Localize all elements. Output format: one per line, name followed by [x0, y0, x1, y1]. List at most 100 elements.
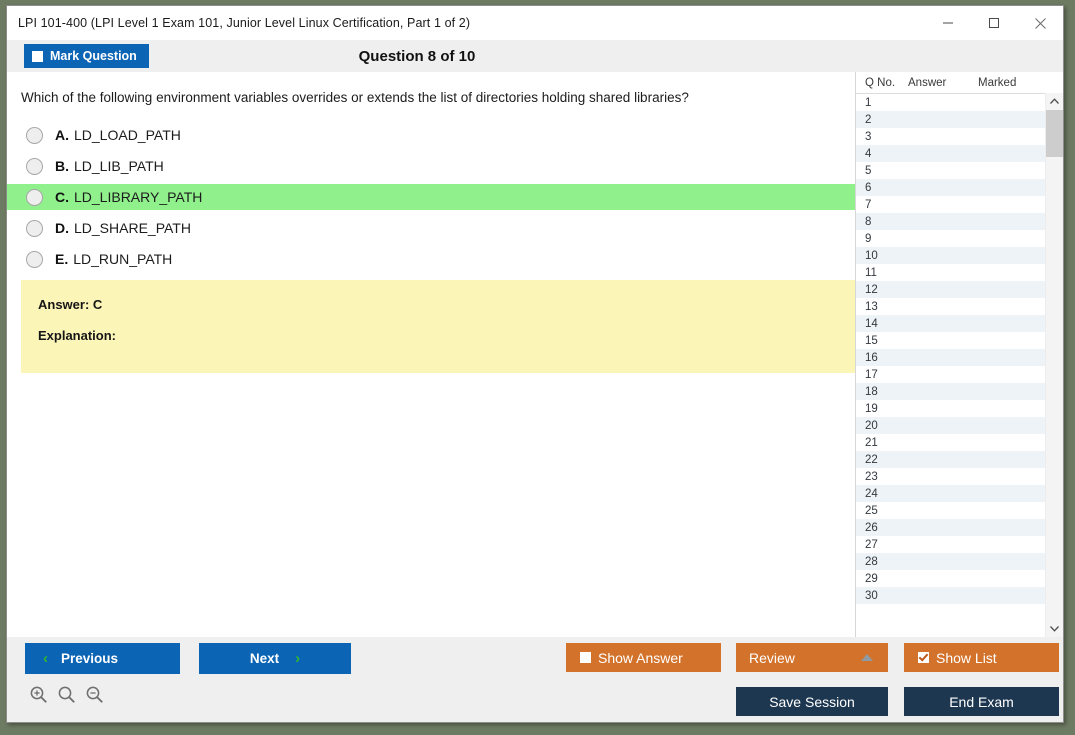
- option-row[interactable]: B. LD_LIB_PATH: [7, 153, 855, 179]
- question-list-row[interactable]: 25: [856, 502, 1045, 519]
- question-list-row[interactable]: 8: [856, 213, 1045, 230]
- mark-question-label: Mark Question: [50, 49, 137, 63]
- answer-label: Answer: C: [38, 297, 103, 312]
- question-list-row[interactable]: 26: [856, 519, 1045, 536]
- question-list-row[interactable]: 5: [856, 162, 1045, 179]
- question-list-row[interactable]: 21: [856, 434, 1045, 451]
- question-list-row[interactable]: 28: [856, 553, 1045, 570]
- question-header-bar: Mark Question Question 8 of 10: [7, 40, 1063, 72]
- question-list-row[interactable]: 11: [856, 264, 1045, 281]
- question-list-row[interactable]: 30: [856, 587, 1045, 604]
- option-radio[interactable]: [26, 219, 43, 237]
- question-list-row[interactable]: 29: [856, 570, 1045, 587]
- option-radio[interactable]: [26, 126, 43, 144]
- mark-question-button[interactable]: Mark Question: [24, 44, 149, 68]
- option-row[interactable]: D. LD_SHARE_PATH: [7, 215, 855, 241]
- question-list-row[interactable]: 19: [856, 400, 1045, 417]
- question-pane: Which of the following environment varia…: [7, 72, 855, 637]
- chevron-right-icon: ›: [295, 650, 301, 667]
- row-question-number: 11: [865, 266, 877, 279]
- row-question-number: 16: [865, 351, 878, 364]
- column-header-qno: Q No.: [865, 76, 896, 89]
- question-list-row[interactable]: 4: [856, 145, 1045, 162]
- option-radio[interactable]: [26, 157, 43, 175]
- maximize-icon[interactable]: [971, 6, 1017, 40]
- show-answer-button[interactable]: Show Answer: [566, 643, 721, 672]
- question-text: Which of the following environment varia…: [21, 90, 689, 105]
- question-list-row[interactable]: 14: [856, 315, 1045, 332]
- show-answer-checkbox[interactable]: [580, 652, 591, 663]
- row-question-number: 20: [865, 419, 878, 432]
- question-list-rows: 1 2 3 4 5 6 7 8 9 10 11 12 13 14 15 16 17 18 19 20 21 22 23 24 2…: [856, 94, 1063, 637]
- show-answer-label: Show Answer: [598, 649, 683, 666]
- option-row[interactable]: C. LD_LIBRARY_PATH: [7, 184, 855, 211]
- row-question-number: 15: [865, 334, 878, 347]
- question-list-row[interactable]: 22: [856, 451, 1045, 468]
- question-list-row[interactable]: 23: [856, 468, 1045, 485]
- save-session-label: Save Session: [769, 693, 855, 710]
- question-list-row[interactable]: 18: [856, 383, 1045, 400]
- question-list-row[interactable]: 16: [856, 349, 1045, 366]
- show-list-checkbox[interactable]: [918, 652, 929, 663]
- option-letter: E.: [55, 251, 69, 268]
- review-label: Review: [749, 649, 795, 666]
- title-bar: LPI 101-400 (LPI Level 1 Exam 101, Junio…: [7, 6, 1063, 40]
- row-question-number: 30: [865, 589, 878, 602]
- question-list-row[interactable]: 27: [856, 536, 1045, 553]
- option-radio[interactable]: [26, 250, 43, 268]
- question-list-row[interactable]: 3: [856, 128, 1045, 145]
- scroll-up-icon[interactable]: [1046, 93, 1063, 110]
- row-question-number: 18: [865, 385, 878, 398]
- show-list-button[interactable]: Show List: [904, 643, 1059, 672]
- next-button[interactable]: Next ›: [199, 643, 351, 674]
- column-header-marked: Marked: [978, 76, 1017, 89]
- row-question-number: 14: [865, 317, 878, 330]
- end-exam-label: End Exam: [949, 693, 1014, 710]
- question-list-row[interactable]: 6: [856, 179, 1045, 196]
- zoom-controls: [29, 685, 104, 709]
- option-row[interactable]: A. LD_LOAD_PATH: [7, 122, 855, 148]
- window-title: LPI 101-400 (LPI Level 1 Exam 101, Junio…: [18, 16, 471, 30]
- window-controls: [925, 6, 1063, 40]
- question-list-row[interactable]: 1: [856, 94, 1045, 111]
- question-list-scrollbar[interactable]: [1045, 93, 1063, 637]
- previous-button[interactable]: ‹ Previous: [25, 643, 180, 674]
- review-dropdown[interactable]: Review: [736, 643, 888, 672]
- zoom-reset-icon[interactable]: [57, 685, 76, 709]
- option-text: LD_LOAD_PATH: [74, 127, 181, 144]
- row-question-number: 26: [865, 521, 878, 534]
- question-list-row[interactable]: 20: [856, 417, 1045, 434]
- option-text: LD_LIB_PATH: [74, 158, 164, 175]
- mark-question-checkbox[interactable]: [32, 50, 43, 62]
- row-question-number: 2: [865, 113, 872, 126]
- question-list-row[interactable]: 17: [856, 366, 1045, 383]
- zoom-out-icon[interactable]: [85, 685, 104, 709]
- question-list-row[interactable]: 2: [856, 111, 1045, 128]
- row-question-number: 13: [865, 300, 878, 313]
- question-list-row[interactable]: 12: [856, 281, 1045, 298]
- show-list-label: Show List: [936, 649, 997, 666]
- previous-label: Previous: [61, 651, 119, 666]
- row-question-number: 12: [865, 283, 878, 296]
- answer-explanation-panel: Answer: C Explanation:: [21, 280, 855, 373]
- row-question-number: 22: [865, 453, 878, 466]
- end-exam-button[interactable]: End Exam: [904, 687, 1059, 716]
- save-session-button[interactable]: Save Session: [736, 687, 888, 716]
- option-radio[interactable]: [26, 188, 43, 206]
- scrollbar-thumb[interactable]: [1046, 110, 1063, 157]
- question-list-row[interactable]: 7: [856, 196, 1045, 213]
- question-list-row[interactable]: 15: [856, 332, 1045, 349]
- row-question-number: 3: [865, 130, 872, 143]
- question-list-row[interactable]: 24: [856, 485, 1045, 502]
- minimize-icon[interactable]: [925, 6, 971, 40]
- row-question-number: 19: [865, 402, 878, 415]
- question-list-row[interactable]: 10: [856, 247, 1045, 264]
- question-list-row[interactable]: 9: [856, 230, 1045, 247]
- row-question-number: 9: [865, 232, 872, 245]
- close-icon[interactable]: [1017, 6, 1063, 40]
- option-row[interactable]: E. LD_RUN_PATH: [7, 246, 855, 272]
- scroll-down-icon[interactable]: [1046, 620, 1063, 637]
- question-list-row[interactable]: 13: [856, 298, 1045, 315]
- zoom-in-icon[interactable]: [29, 685, 48, 709]
- row-question-number: 4: [865, 147, 872, 160]
